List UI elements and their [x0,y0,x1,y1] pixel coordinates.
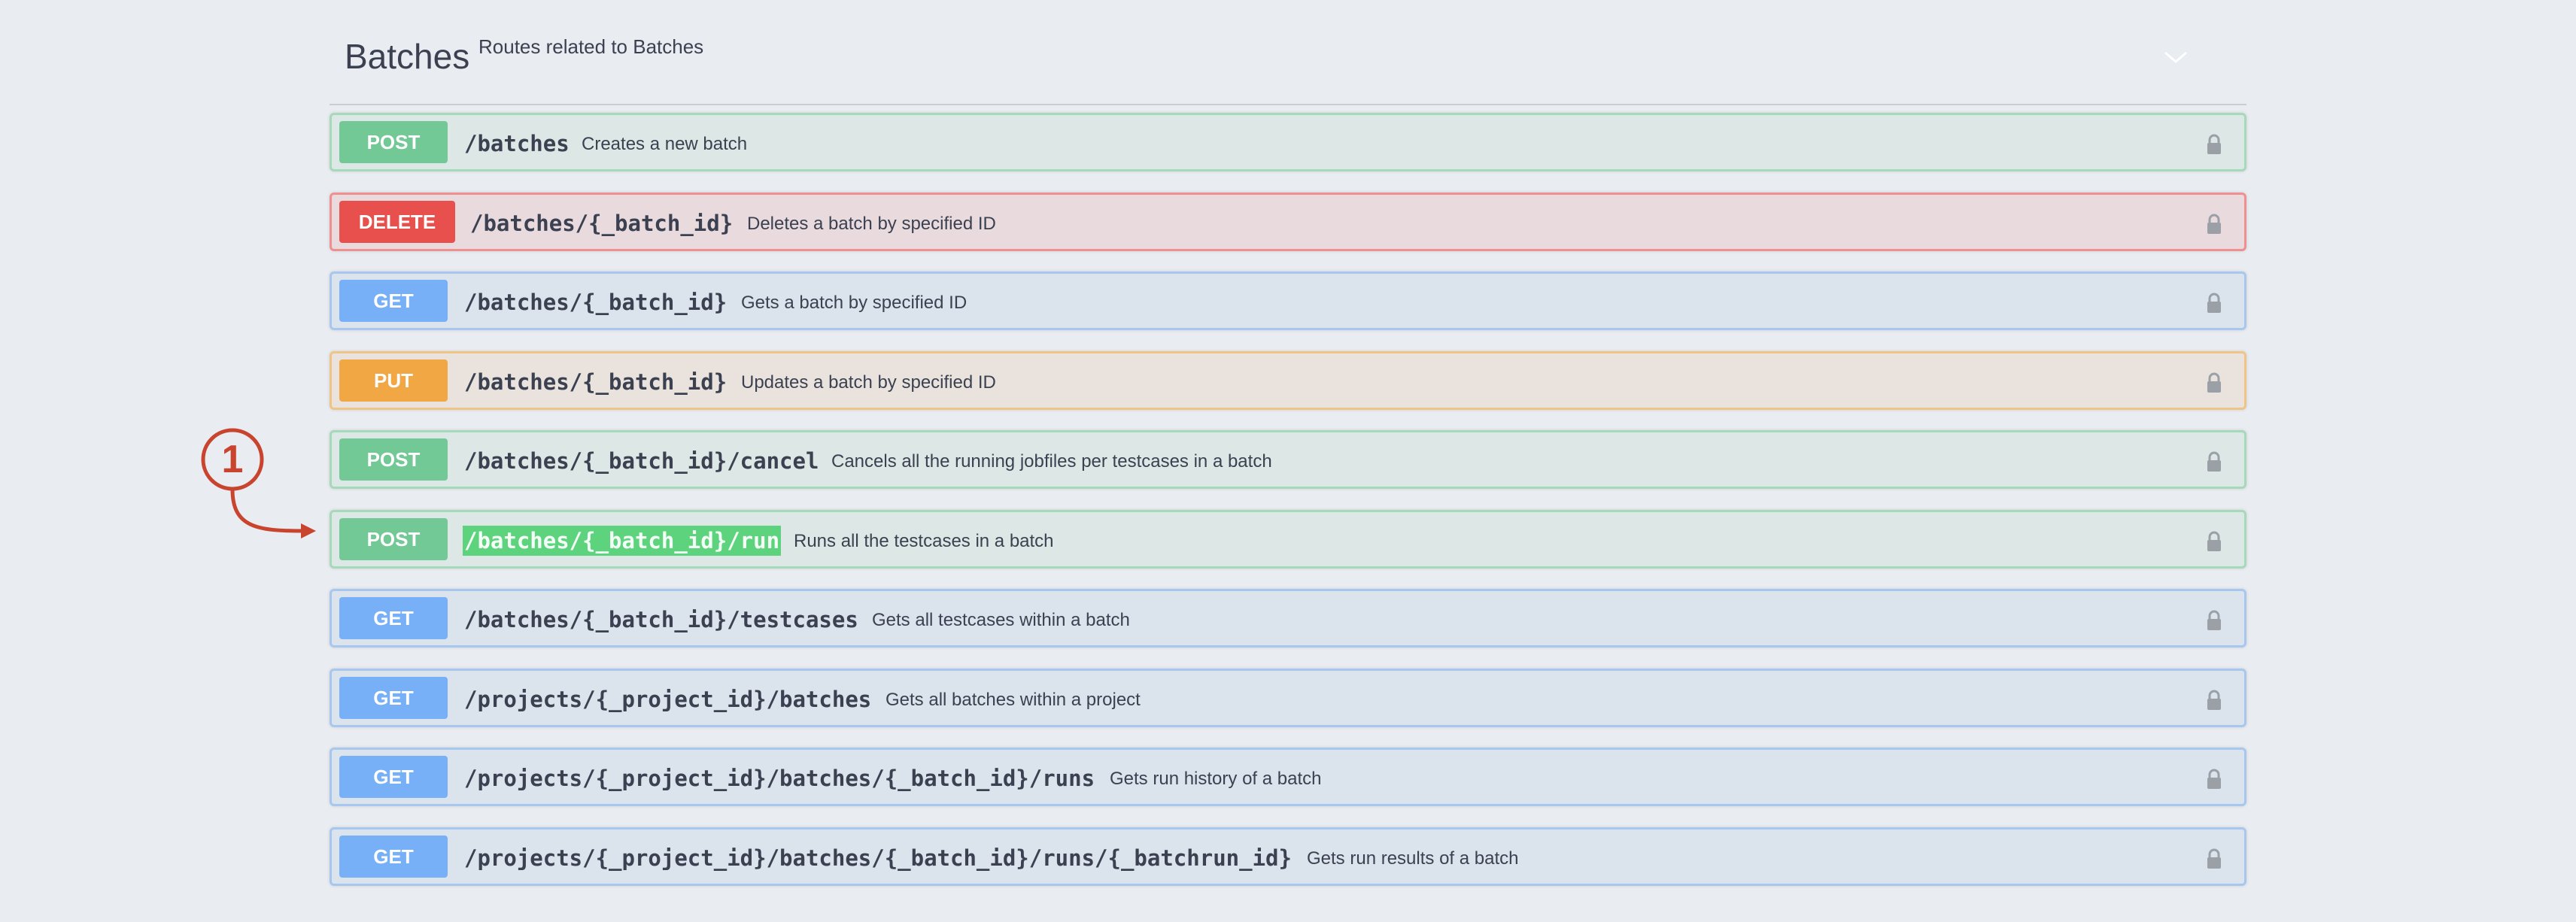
method-badge: DELETE [339,201,455,243]
method-badge: POST [339,121,448,163]
operation-row[interactable]: GET /projects/{_project_id}/batches Gets… [330,669,2246,727]
tag-description: Routes related to Batches [478,35,704,58]
lock-icon[interactable] [2205,689,2223,711]
endpoint-summary: Gets run results of a batch [1307,848,1519,869]
operation-row[interactable]: POST /batches Creates a new batch [330,113,2246,171]
endpoint-summary: Cancels all the running jobfiles per tes… [831,451,1272,472]
endpoint-summary: Gets a batch by specified ID [741,293,968,313]
endpoint-path[interactable]: /projects/{_project_id}/batches/{_batch_… [464,843,1292,873]
operation-row[interactable]: GET /projects/{_project_id}/batches/{_ba… [330,827,2246,886]
operation-row[interactable]: PUT /batches/{_batch_id} Updates a batch… [330,351,2246,410]
method-badge: GET [339,677,448,719]
endpoint-summary: Updates a batch by specified ID [741,372,996,393]
endpoint-summary: Runs all the testcases in a batch [794,531,1054,551]
endpoint-path[interactable]: /batches/{_batch_id} [464,367,727,397]
operation-row[interactable]: DELETE /batches/{_batch_id} Deletes a ba… [330,193,2246,251]
endpoint-path[interactable]: /batches [464,129,570,159]
tag-name: Batches [345,37,470,76]
lock-icon[interactable] [2205,292,2223,314]
chevron-down-icon[interactable] [2161,47,2191,68]
annotation-number: 1 [221,438,244,481]
operation-row[interactable]: GET /batches/{_batch_id} Gets a batch by… [330,271,2246,330]
lock-icon[interactable] [2205,213,2223,235]
operation-row-highlighted[interactable]: POST /batches/{_batch_id}/run Runs all t… [330,510,2246,569]
endpoint-path[interactable]: /projects/{_project_id}/batches/{_batch_… [464,763,1095,793]
endpoint-summary: Deletes a batch by specified ID [747,214,996,234]
tag-header[interactable]: Batches Routes related to Batches [330,0,2246,105]
endpoint-summary: Gets all batches within a project [886,690,1141,710]
endpoint-path[interactable]: /batches/{_batch_id} [464,287,727,317]
lock-icon[interactable] [2205,768,2223,790]
operation-row[interactable]: POST /batches/{_batch_id}/cancel Cancels… [330,430,2246,489]
method-badge: PUT [339,359,448,402]
method-badge: GET [339,597,448,639]
lock-icon[interactable] [2205,848,2223,870]
lock-icon[interactable] [2205,133,2223,156]
lock-icon[interactable] [2205,530,2223,553]
endpoint-path[interactable]: /projects/{_project_id}/batches [464,684,871,714]
lock-icon[interactable] [2205,372,2223,394]
endpoint-path[interactable]: /batches/{_batch_id}/testcases [464,605,858,635]
endpoint-summary: Gets run history of a batch [1110,769,1322,789]
method-badge: GET [339,756,448,798]
endpoint-path[interactable]: /batches/{_batch_id}/cancel [464,446,819,476]
lock-icon[interactable] [2205,450,2223,473]
endpoint-path[interactable]: /batches/{_batch_id} [470,208,733,238]
operation-row[interactable]: GET /projects/{_project_id}/batches/{_ba… [330,748,2246,806]
method-badge: POST [339,518,448,560]
endpoint-path-highlighted[interactable]: /batches/{_batch_id}/run [463,526,782,556]
lock-icon[interactable] [2205,609,2223,632]
operation-row[interactable]: GET /batches/{_batch_id}/testcases Gets … [330,589,2246,648]
endpoint-summary: Creates a new batch [582,134,748,154]
method-badge: POST [339,438,448,481]
batches-section: Batches Routes related to Batches POST /… [330,0,2246,886]
method-badge: GET [339,836,448,878]
endpoint-summary: Gets all testcases within a batch [872,610,1130,630]
method-badge: GET [339,280,448,322]
